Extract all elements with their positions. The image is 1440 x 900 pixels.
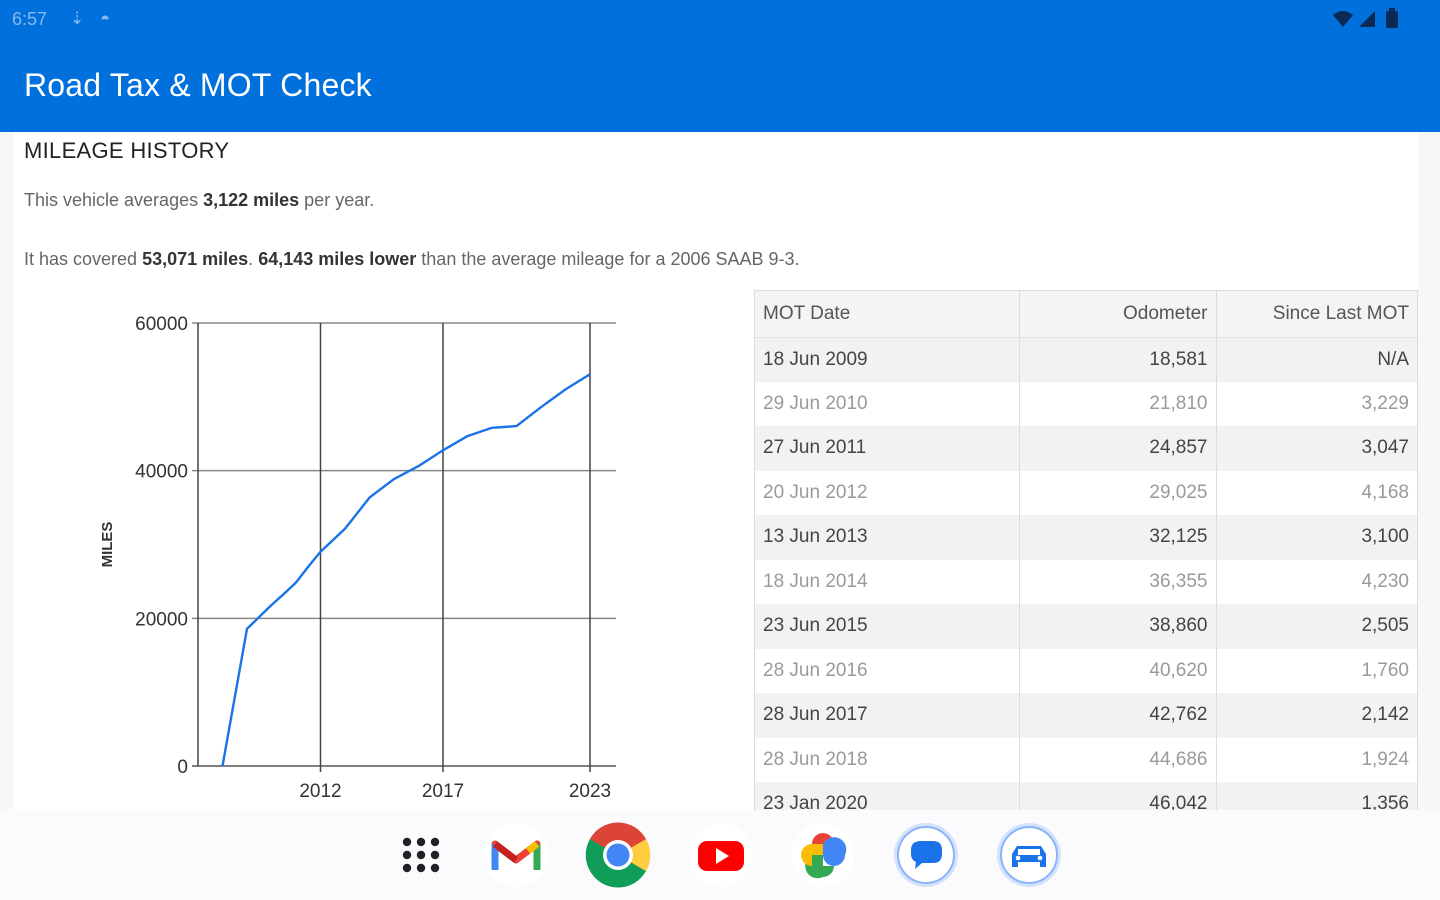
app-dock bbox=[0, 810, 1440, 900]
sync-icon: ◓ bbox=[100, 9, 111, 28]
header-since-last-mot: Since Last MOT bbox=[1216, 291, 1417, 338]
covered-mileage-text: It has covered 53,071 miles. 64,143 mile… bbox=[24, 249, 800, 270]
cell-odometer: 46,042 bbox=[1019, 782, 1217, 810]
mileage-chart: 0 20000 40000 60000 2012 2017 2023 MILES bbox=[84, 302, 664, 810]
table-row: 27 Jun 2011 24,857 3,047 bbox=[755, 426, 1417, 471]
cell-mot-date: 23 Jan 2020 bbox=[755, 782, 1020, 810]
cell-since-last-mot: 1,760 bbox=[1216, 648, 1417, 693]
avg-suffix: per year. bbox=[299, 190, 375, 210]
content-area[interactable]: MILEAGE HISTORY This vehicle averages 3,… bbox=[0, 132, 1440, 810]
photos-icon[interactable] bbox=[790, 822, 856, 888]
app-drawer-icon[interactable] bbox=[388, 822, 454, 888]
covered-value: 53,071 miles bbox=[142, 249, 249, 269]
cell-mot-date: 29 Jun 2010 bbox=[755, 381, 1020, 426]
cell-mot-date: 28 Jun 2016 bbox=[755, 648, 1020, 693]
x-tick-label: 2012 bbox=[299, 781, 341, 802]
cell-since-last-mot: 1,356 bbox=[1216, 782, 1417, 810]
table-row: 18 Jun 2009 18,581 N/A bbox=[755, 337, 1417, 382]
car-check-app-icon[interactable] bbox=[996, 822, 1062, 888]
mileage-history-card: MILEAGE HISTORY This vehicle averages 3,… bbox=[14, 132, 1418, 810]
status-time: 6:57 bbox=[12, 9, 48, 29]
y-tick-label: 40000 bbox=[135, 462, 188, 483]
cell-odometer: 42,762 bbox=[1019, 693, 1217, 738]
cell-mot-date: 18 Jun 2014 bbox=[755, 559, 1020, 604]
table-row: 29 Jun 2010 21,810 3,229 bbox=[755, 381, 1417, 426]
table-row: 13 Jun 2013 32,125 3,100 bbox=[755, 515, 1417, 560]
table-row: 28 Jun 2016 40,620 1,760 bbox=[755, 648, 1417, 693]
avg-value: 3,122 miles bbox=[203, 190, 300, 210]
mileage-chart-svg: 0 20000 40000 60000 2012 2017 2023 MILES bbox=[99, 314, 616, 802]
cell-odometer: 24,857 bbox=[1019, 426, 1217, 471]
table-row: 23 Jan 2020 46,042 1,356 bbox=[755, 782, 1417, 810]
header-odometer: Odometer bbox=[1019, 291, 1217, 338]
gmail-icon[interactable] bbox=[483, 822, 549, 888]
average-mileage-text: This vehicle averages 3,122 miles per ye… bbox=[24, 190, 374, 211]
x-tick-label: 2017 bbox=[422, 781, 464, 802]
status-bar: 6:57 ⇣ ◓ bbox=[0, 0, 1440, 40]
chrome-icon[interactable] bbox=[585, 822, 651, 888]
cell-since-last-mot: 3,100 bbox=[1216, 515, 1417, 560]
table-row: 20 Jun 2012 29,025 4,168 bbox=[755, 470, 1417, 515]
cell-mot-date: 28 Jun 2018 bbox=[755, 737, 1020, 782]
cell-odometer: 32,125 bbox=[1019, 515, 1217, 560]
cell-mot-date: 23 Jun 2015 bbox=[755, 604, 1020, 649]
cell-since-last-mot: 3,047 bbox=[1216, 426, 1417, 471]
table-row: 18 Jun 2014 36,355 4,230 bbox=[755, 559, 1417, 604]
lower-value: 64,143 miles lower bbox=[258, 249, 417, 269]
y-axis-label: MILES bbox=[99, 522, 116, 568]
cell-since-last-mot: 2,505 bbox=[1216, 604, 1417, 649]
cell-mot-date: 28 Jun 2017 bbox=[755, 693, 1020, 738]
cell-mot-date: 27 Jun 2011 bbox=[755, 426, 1020, 471]
cell-odometer: 29,025 bbox=[1019, 470, 1217, 515]
cell-odometer: 44,686 bbox=[1019, 737, 1217, 782]
table-header-row: MOT Date Odometer Since Last MOT bbox=[755, 291, 1417, 338]
usb-icon: ⇣ bbox=[70, 9, 85, 28]
cell-odometer: 21,810 bbox=[1019, 381, 1217, 426]
covered-prefix: It has covered bbox=[24, 249, 143, 269]
cell-since-last-mot: 4,230 bbox=[1216, 559, 1417, 604]
cell-since-last-mot: 4,168 bbox=[1216, 470, 1417, 515]
section-title: MILEAGE HISTORY bbox=[24, 138, 230, 163]
cell-mot-date: 20 Jun 2012 bbox=[755, 470, 1020, 515]
y-tick-label: 0 bbox=[177, 757, 188, 778]
app-title: Road Tax & MOT Check bbox=[24, 67, 372, 103]
wifi-icon bbox=[1333, 11, 1353, 27]
cell-odometer: 38,860 bbox=[1019, 604, 1217, 649]
cell-since-last-mot: 2,142 bbox=[1216, 693, 1417, 738]
battery-icon bbox=[1386, 8, 1398, 28]
table-row: 28 Jun 2018 44,686 1,924 bbox=[755, 737, 1417, 782]
youtube-icon[interactable] bbox=[688, 822, 754, 888]
covered-suffix: than the average mileage for a 2006 SAAB… bbox=[416, 249, 800, 269]
x-tick-label: 2023 bbox=[569, 781, 611, 802]
app-bar: Road Tax & MOT Check bbox=[0, 40, 1440, 132]
y-tick-label: 60000 bbox=[135, 314, 188, 335]
table-row: 28 Jun 2017 42,762 2,142 bbox=[755, 693, 1417, 738]
signal-icon bbox=[1359, 11, 1375, 27]
cell-odometer: 40,620 bbox=[1019, 648, 1217, 693]
table-row: 23 Jun 2015 38,860 2,505 bbox=[755, 604, 1417, 649]
cell-mot-date: 13 Jun 2013 bbox=[755, 515, 1020, 560]
cell-mot-date: 18 Jun 2009 bbox=[755, 337, 1020, 382]
messages-icon[interactable] bbox=[893, 822, 959, 888]
header-mot-date: MOT Date bbox=[755, 291, 1020, 338]
covered-sep: . bbox=[248, 249, 259, 269]
mot-history-table[interactable]: MOT Date Odometer Since Last MOT 18 Jun … bbox=[754, 290, 1418, 810]
cell-since-last-mot: 3,229 bbox=[1216, 381, 1417, 426]
avg-prefix: This vehicle averages bbox=[24, 190, 204, 210]
cell-since-last-mot: N/A bbox=[1216, 337, 1417, 382]
cell-odometer: 18,581 bbox=[1019, 337, 1217, 382]
y-tick-label: 20000 bbox=[135, 609, 188, 630]
cell-since-last-mot: 1,924 bbox=[1216, 737, 1417, 782]
cell-odometer: 36,355 bbox=[1019, 559, 1217, 604]
mileage-series-line bbox=[221, 373, 591, 767]
